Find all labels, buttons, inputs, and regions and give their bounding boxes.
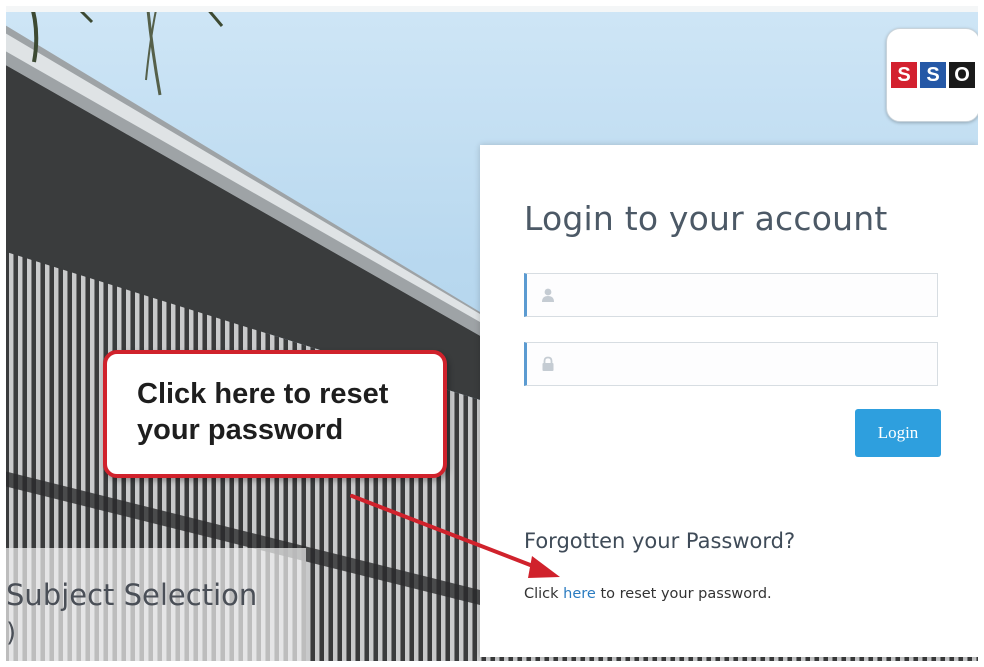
sso-logo-letter-s2: S [920, 62, 946, 88]
subject-selection-title: Subject Selection [6, 578, 258, 612]
login-button[interactable]: Login [855, 409, 941, 457]
reset-password-line: Click here to reset your password. [524, 586, 772, 602]
subject-selection-panel: Subject Selection ) [0, 548, 306, 667]
lock-icon [542, 356, 554, 371]
login-title: Login to your account [524, 199, 888, 238]
reset-suffix: to reset your password. [595, 586, 772, 602]
sso-logo-letter-s1: S [891, 62, 917, 88]
forgot-password-heading: Forgotten your Password? [524, 529, 796, 553]
callout-text: Click here to reset your password [137, 378, 389, 446]
reset-password-link[interactable]: here [563, 586, 596, 602]
reset-prefix: Click [524, 586, 564, 602]
login-card: Login to your account Login Forgotten yo… [480, 145, 978, 657]
sso-logo: S S O [886, 28, 980, 122]
password-input[interactable] [561, 343, 935, 387]
password-field[interactable] [524, 342, 938, 387]
subject-selection-subtitle: ) [6, 618, 17, 648]
reset-password-callout: Click here to reset your password [103, 350, 447, 478]
username-input[interactable] [561, 274, 935, 318]
user-icon [542, 288, 554, 302]
sso-logo-letter-o: O [949, 62, 975, 88]
username-field[interactable] [524, 273, 938, 318]
scan-top-margin [0, 0, 984, 12]
